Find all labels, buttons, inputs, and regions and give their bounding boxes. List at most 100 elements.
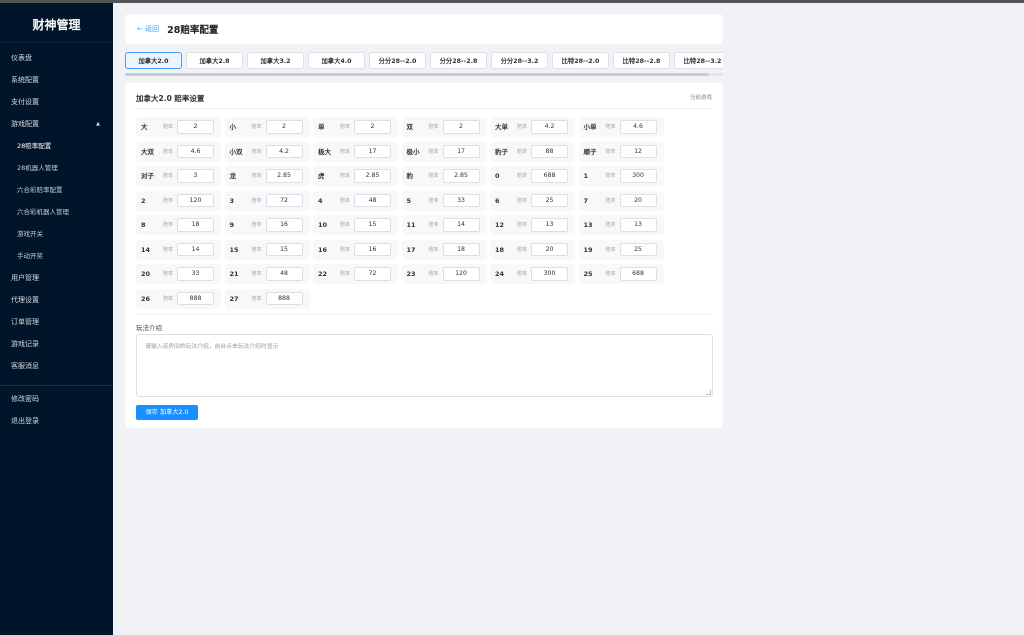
- sidebar-item[interactable]: 28机器人管理: [0, 157, 113, 179]
- odds-input[interactable]: 14: [442, 218, 480, 232]
- odds-input[interactable]: 2.85: [354, 169, 391, 183]
- odds-input[interactable]: 20: [531, 242, 568, 256]
- odds-input[interactable]: 17: [442, 144, 480, 158]
- odds-input[interactable]: 72: [265, 193, 303, 207]
- odds-input[interactable]: 4.6: [619, 120, 657, 134]
- odds-item: 大 赔率 2: [136, 117, 221, 137]
- odds-input[interactable]: 12: [619, 144, 657, 158]
- sidebar-item[interactable]: 修改密码: [0, 388, 113, 410]
- odds-input[interactable]: 4.2: [265, 144, 303, 158]
- odds-input[interactable]: 300: [619, 169, 657, 183]
- odds-input[interactable]: 13: [531, 218, 568, 232]
- odds-input[interactable]: 88: [531, 144, 568, 158]
- odds-label: 赔率: [605, 148, 616, 155]
- odds-input[interactable]: 48: [354, 193, 391, 207]
- odds-label: 赔率: [605, 197, 616, 204]
- odds-input[interactable]: 25: [531, 193, 568, 207]
- tab-game[interactable]: 比特28--2.0: [552, 52, 609, 69]
- sidebar-item[interactable]: 游戏记录: [0, 333, 113, 355]
- tab-game[interactable]: 分分28--2.0: [369, 52, 426, 69]
- odds-input[interactable]: 4.6: [177, 144, 214, 158]
- intro-textarea[interactable]: 请输入该房间的玩法介绍，前台点击玩法介绍时显示: [136, 334, 713, 397]
- odds-input[interactable]: 888: [177, 291, 214, 305]
- odds-label: 赔率: [163, 197, 174, 204]
- tab-game[interactable]: 加拿大4.0: [308, 52, 365, 69]
- odds-input[interactable]: 13: [619, 218, 657, 232]
- odds-input[interactable]: 33: [442, 193, 480, 207]
- tab-game[interactable]: 加拿大2.8: [186, 52, 243, 69]
- odds-input[interactable]: 20: [619, 193, 657, 207]
- odds-input[interactable]: 16: [265, 218, 303, 232]
- sidebar-item[interactable]: 订单管理: [0, 311, 113, 333]
- odds-input[interactable]: 72: [354, 267, 391, 281]
- odds-input[interactable]: 2.85: [265, 169, 303, 183]
- odds-label: 赔率: [251, 295, 262, 302]
- odds-input[interactable]: 17: [354, 144, 391, 158]
- odds-input[interactable]: 3: [177, 169, 214, 183]
- odds-label: 赔率: [605, 271, 616, 277]
- odds-input[interactable]: 300: [531, 267, 568, 281]
- sidebar-item[interactable]: 客服消息: [0, 355, 113, 377]
- sidebar-item[interactable]: 手动开奖: [0, 245, 113, 267]
- odds-input[interactable]: 48: [265, 267, 303, 281]
- odds-input[interactable]: 15: [265, 242, 303, 256]
- tab-game[interactable]: 比特28--2.8: [613, 52, 670, 69]
- sidebar-item-label: 支付设置: [11, 98, 39, 106]
- odds-input[interactable]: 16: [354, 242, 391, 256]
- odds-item: 3 赔率 72: [224, 190, 310, 211]
- odds-input[interactable]: 33: [177, 267, 214, 281]
- odds-row: 20 赔率 33 21 赔率 48 22 赔率 72 23 赔率 120 24 赔率 300 25 赔率 688: [136, 264, 676, 289]
- odds-input[interactable]: 120: [442, 267, 480, 281]
- back-link[interactable]: ← 返回: [137, 24, 159, 34]
- tabs-scrollbar[interactable]: [125, 73, 723, 76]
- odds-input[interactable]: 2: [177, 120, 214, 134]
- odds-item-name: 21: [229, 270, 239, 278]
- tab-game[interactable]: 加拿大2.0: [125, 52, 182, 69]
- odds-input[interactable]: 18: [442, 242, 480, 256]
- odds-input[interactable]: 25: [619, 242, 657, 256]
- current-game-link[interactable]: 当前游戏: [690, 93, 712, 101]
- sidebar-item-label: 六合彩赔率配置: [17, 186, 63, 194]
- save-button[interactable]: 保存 加拿大2.0: [136, 405, 198, 420]
- intro-label: 玩法介绍: [136, 324, 162, 332]
- odds-input[interactable]: 15: [354, 218, 391, 232]
- sidebar-item-label: 客服消息: [11, 362, 39, 370]
- sidebar-item-label: 仪表盘: [11, 54, 32, 62]
- odds-input[interactable]: 120: [177, 193, 214, 207]
- odds-input[interactable]: 2.85: [442, 169, 480, 183]
- sidebar-item-label: 用户管理: [11, 274, 39, 282]
- sidebar-item[interactable]: 六合彩赔率配置: [0, 179, 113, 201]
- sidebar-item[interactable]: 游戏开关: [0, 223, 113, 245]
- sidebar-item[interactable]: 28赔率配置: [0, 135, 113, 157]
- sidebar-item[interactable]: 系统配置: [0, 69, 113, 91]
- tab-game[interactable]: 比特28--3.2: [674, 52, 723, 69]
- tab-game[interactable]: 分分28--2.8: [430, 52, 487, 69]
- odds-item-name: 0: [495, 172, 500, 180]
- tabs-scrollbar-thumb[interactable]: [125, 73, 709, 76]
- tab-game[interactable]: 分分28--3.2: [491, 52, 548, 69]
- sidebar-item[interactable]: 退出登录: [0, 410, 113, 432]
- odds-input[interactable]: 14: [177, 242, 214, 256]
- sidebar-item[interactable]: 用户管理: [0, 267, 113, 289]
- sidebar-item[interactable]: 仪表盘: [0, 47, 113, 69]
- odds-label: 赔率: [605, 222, 616, 228]
- odds-input[interactable]: 688: [619, 267, 657, 281]
- odds-item: 15 赔率 15: [224, 239, 310, 260]
- odds-input[interactable]: 888: [265, 291, 303, 305]
- sidebar-item[interactable]: 游戏配置 ▲: [0, 113, 113, 135]
- odds-input[interactable]: 2: [442, 120, 480, 134]
- tab-game[interactable]: 加拿大3.2: [247, 52, 304, 69]
- resize-handle-icon[interactable]: [706, 390, 711, 395]
- sidebar-item[interactable]: 支付设置: [0, 91, 113, 113]
- sidebar-item[interactable]: 六合彩机器人管理: [0, 201, 113, 223]
- odds-input[interactable]: 18: [177, 218, 214, 232]
- odds-input[interactable]: 2: [354, 120, 391, 134]
- odds-input[interactable]: 2: [265, 120, 303, 134]
- sidebar-item[interactable]: 代理设置: [0, 289, 113, 311]
- odds-input[interactable]: 688: [531, 169, 568, 183]
- odds-item: 14 赔率 14: [136, 239, 221, 260]
- odds-input[interactable]: 4.2: [531, 120, 568, 134]
- odds-item-name: 豹子: [495, 147, 508, 156]
- odds-label: 赔率: [428, 173, 439, 179]
- sidebar-divider: [0, 385, 113, 386]
